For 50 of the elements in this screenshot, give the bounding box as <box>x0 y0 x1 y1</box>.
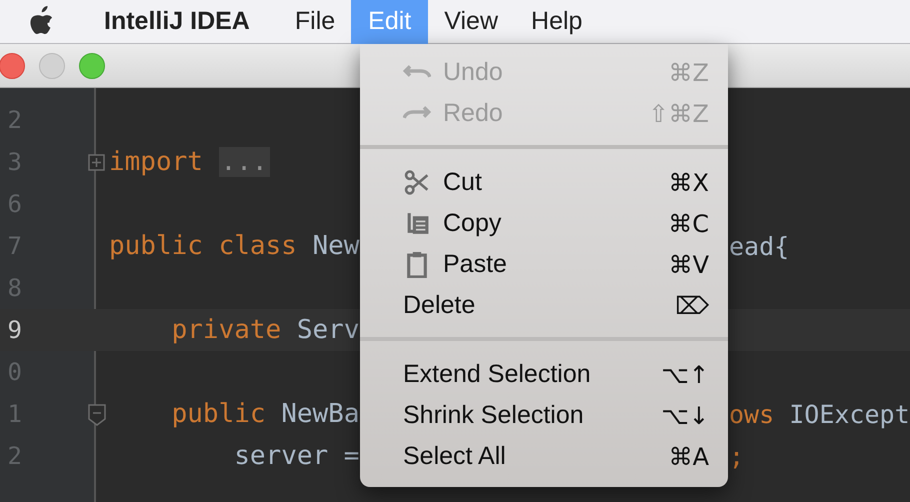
menu-item[interactable]: Cut ⌘X <box>360 162 728 203</box>
keyboard-shortcut: ⌦ <box>675 292 709 320</box>
menu-item[interactable]: Extend Selection ⌥↑ <box>360 354 728 395</box>
code-text: NewBa <box>281 399 360 429</box>
close-button[interactable] <box>0 52 25 78</box>
menu-item[interactable]: Shrink Selection ⌥↓ <box>360 395 728 436</box>
menu-item-label: Extend Selection <box>403 360 592 389</box>
keyboard-shortcut: ⌘C <box>668 210 709 238</box>
menu-item[interactable]: Delete ⌦ <box>360 285 728 326</box>
menu-item-label: Undo <box>443 58 504 87</box>
redo-icon <box>403 104 431 118</box>
menu-item-label: Copy <box>443 209 502 238</box>
app-name[interactable]: IntelliJ IDEA <box>92 7 262 36</box>
code-keyword: private <box>172 315 282 345</box>
minimize-button[interactable] <box>39 52 65 78</box>
menu-item-label: Cut <box>443 168 483 197</box>
code-text: ead{ <box>729 232 790 260</box>
menu-item[interactable]: Select All ⌘A <box>360 436 728 477</box>
menu-item-label: Shrink Selection <box>403 401 585 430</box>
line-number: 9 <box>6 316 22 344</box>
keyboard-shortcut: ⌘X <box>668 168 709 196</box>
code-keyword: ; <box>729 442 744 470</box>
undo-icon <box>403 64 431 78</box>
menu-item-label: Paste <box>443 250 508 279</box>
code-text: Serv <box>296 315 360 345</box>
code-text: New <box>312 231 360 261</box>
keyboard-shortcut: ⌘Z <box>668 58 709 86</box>
code-keyword: import <box>109 147 203 177</box>
code-keyword: public <box>172 399 266 429</box>
keyboard-shortcut: ⌘A <box>668 442 709 470</box>
menu-bar-item[interactable]: View <box>427 0 516 44</box>
menu-item[interactable]: Paste ⌘V <box>360 244 728 285</box>
scissors-icon <box>403 169 431 196</box>
collapse-fold-icon[interactable] <box>88 404 106 426</box>
menu-item[interactable]: Copy ⌘C <box>360 203 728 244</box>
keyboard-shortcut: ⌥↓ <box>661 402 709 430</box>
keyboard-shortcut: ⌘V <box>668 250 709 278</box>
expand-fold-icon[interactable] <box>88 152 106 174</box>
menu-item-label: Select All <box>403 442 507 471</box>
menu-item-label: Redo <box>443 99 504 128</box>
keyboard-shortcut: ⌥↑ <box>661 360 709 388</box>
code-keyword: public class <box>109 231 297 261</box>
code-text: server = <box>234 441 360 471</box>
keyboard-shortcut: ⇧⌘Z <box>648 100 709 128</box>
zoom-button[interactable] <box>79 52 105 78</box>
menu-bar-item[interactable]: Help <box>514 0 600 44</box>
code-text: IOExcept <box>789 400 910 428</box>
menu-item-label: Delete <box>403 291 476 320</box>
code-keyword: ows <box>729 400 774 428</box>
menu-bar-item[interactable]: File <box>278 0 352 44</box>
